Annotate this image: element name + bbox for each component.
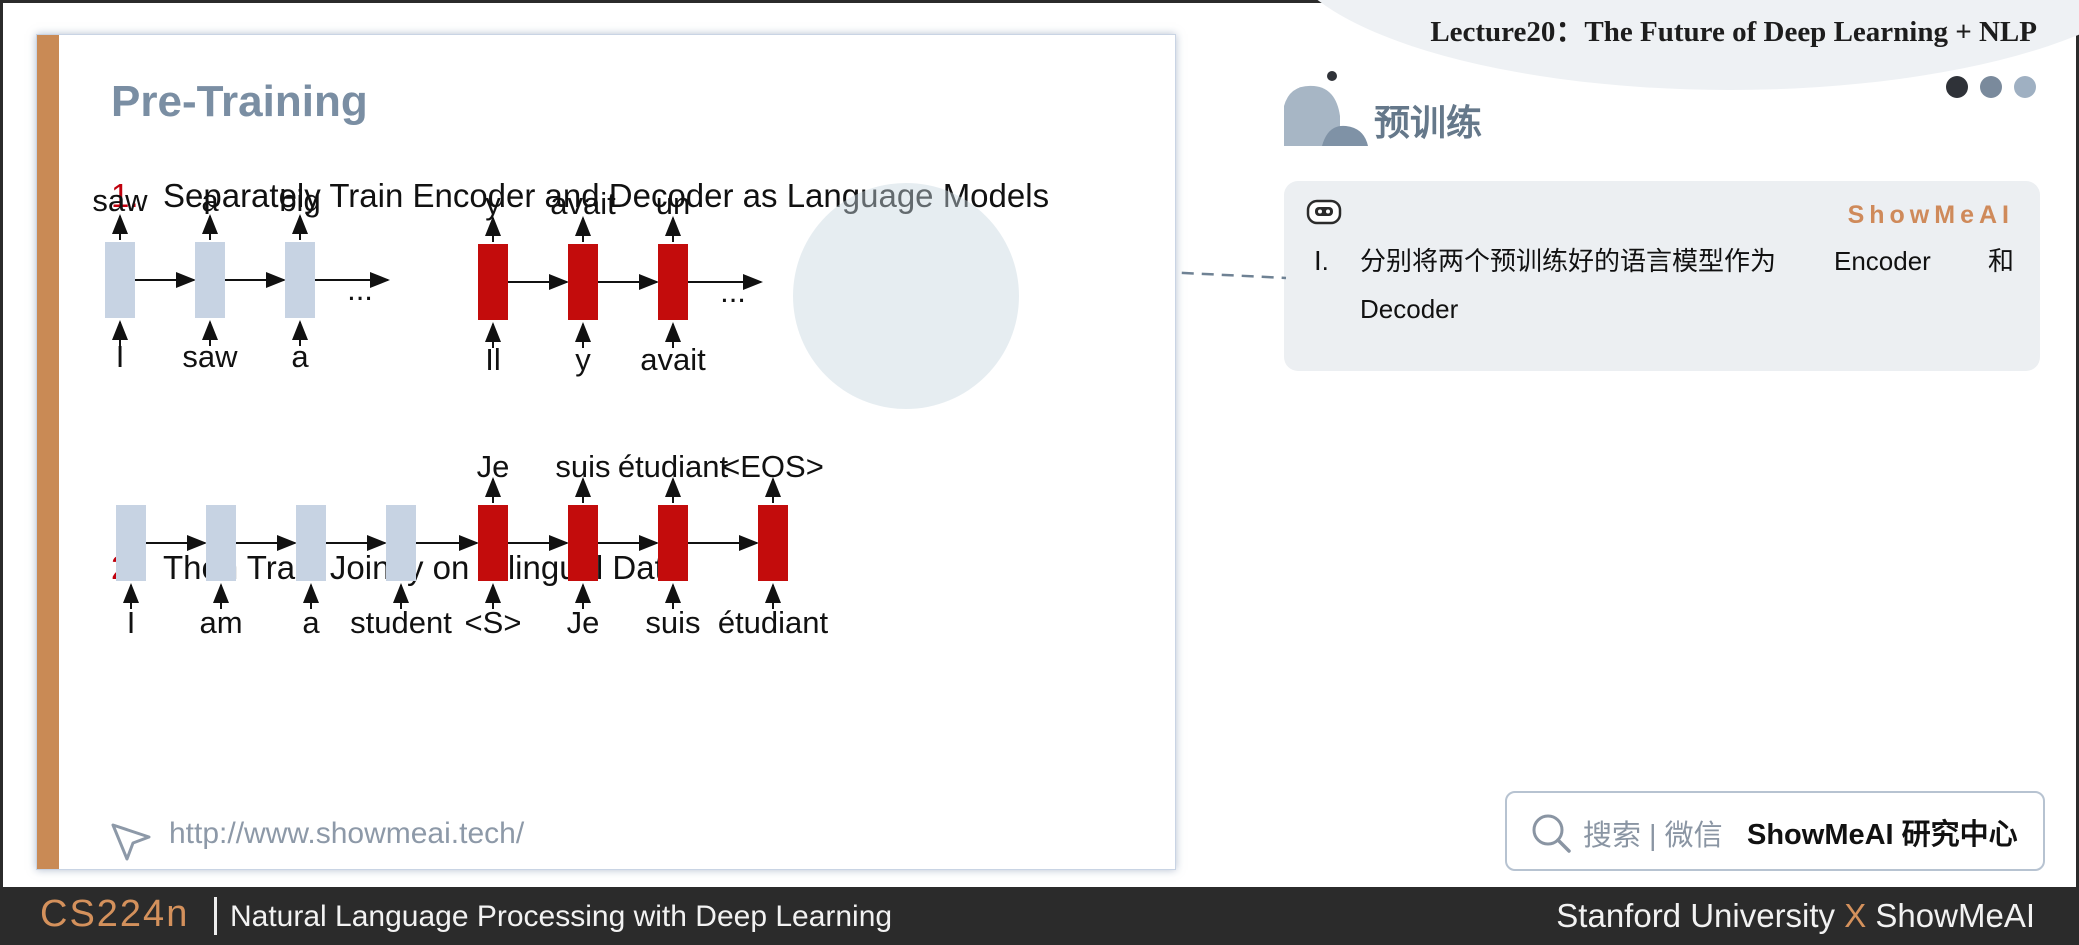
decoder-lm-cell	[568, 244, 598, 320]
footer-stanford: Stanford University	[1556, 897, 1836, 934]
magnifier-highlight	[793, 183, 1019, 409]
joint-model-input-label: <S>	[465, 605, 522, 640]
note-text: Ⅰ. 分别将两个预训练好的语言模型作为 Encoder 和 Decoder	[1314, 237, 2014, 324]
footer-x: X	[1844, 897, 1867, 934]
dot-2	[1980, 76, 2002, 98]
footer-credits: Stanford University X ShowMeAI	[1556, 897, 2035, 935]
encoder-lm-input-label: a	[291, 339, 309, 374]
joint-model-cell	[116, 505, 146, 581]
decoder-lm-cell	[478, 244, 508, 320]
search-placeholder: 搜索 | 微信	[1583, 820, 1723, 852]
encoder-lm-input-label: I	[116, 339, 125, 374]
joint-model-output-label: suis	[555, 449, 610, 484]
note-card: ShowMeAI Ⅰ. 分别将两个预训练好的语言模型作为 Encoder 和 De…	[1284, 181, 2040, 371]
dot-1	[1946, 76, 1968, 98]
note-roman-numeral: Ⅰ.	[1314, 246, 1329, 276]
decoder-lm-input-label: y	[575, 342, 591, 377]
watermark-url[interactable]: http://www.showmeai.tech/	[169, 817, 524, 851]
section-title: 预训练	[1374, 102, 1483, 143]
lecture-title: Lecture20：The Future of Deep Learning + …	[1430, 16, 2037, 48]
joint-model-cell	[478, 505, 508, 581]
note-and-word: 和	[1987, 246, 2014, 276]
section-decoration-icon	[1284, 71, 1368, 146]
encoder-lm-output-label: saw	[92, 183, 148, 218]
footer-showmeai: ShowMeAI	[1875, 897, 2035, 934]
search-icon	[1532, 814, 1571, 853]
decoder-lm-ellipsis: ...	[720, 274, 746, 309]
joint-model-input-label: étudiant	[718, 605, 829, 640]
joint-model-input-label: a	[302, 605, 320, 640]
joint-model-cell	[386, 505, 416, 581]
decoder-lm-cell	[658, 244, 688, 320]
joint-model-input-label: I	[127, 605, 136, 640]
encoder-lm-cell	[285, 242, 315, 318]
joint-model-cell	[568, 505, 598, 581]
joint-model-input-label: am	[199, 605, 242, 640]
joint-model-cell	[206, 505, 236, 581]
note-encoder-word: Encoder	[1834, 246, 1931, 276]
decoder-lm-output-label: un	[656, 186, 690, 221]
joint-model-input-label: Je	[567, 605, 600, 640]
joint-model-cell	[658, 505, 688, 581]
note-body: 分别将两个预训练好的语言模型作为	[1360, 246, 1777, 276]
footer-divider	[214, 897, 217, 935]
footer-subtitle: Natural Language Processing with Deep Le…	[230, 900, 893, 933]
joint-model-output-label: Je	[477, 449, 510, 484]
joint-model-input-label: student	[350, 605, 452, 640]
encoder-lm-ellipsis: ...	[347, 272, 373, 307]
note-brand: ShowMeAI	[1847, 201, 2014, 229]
decoder-lm-output-label: avait	[550, 186, 616, 221]
decoder-lm-input-label: Il	[485, 342, 501, 377]
dot-3	[2014, 76, 2036, 98]
decoder-lm-output-label: y	[485, 186, 501, 221]
joint-model-output-label: étudiant	[618, 449, 729, 484]
footer-bar: CS224n Natural Language Processing with …	[0, 887, 2079, 945]
encoder-lm-output-label: big	[279, 183, 320, 218]
search-brand: ShowMeAI 研究中心	[1747, 819, 2018, 851]
encoder-lm-output-label: a	[201, 183, 219, 218]
cursor-icon	[111, 823, 151, 861]
encoder-lm-cell	[195, 242, 225, 318]
joint-model-cell	[758, 505, 788, 581]
joint-model-output-label: <EOS>	[722, 449, 824, 484]
joint-model-input-label: suis	[645, 605, 700, 640]
decoder-lm-input-label: avait	[640, 342, 706, 377]
note-decoder-word: Decoder	[1360, 294, 1459, 324]
page-dots	[1946, 76, 2048, 103]
robot-icon	[1306, 199, 1342, 225]
encoder-lm-cell	[105, 242, 135, 318]
encoder-lm-input-label: saw	[182, 339, 238, 374]
joint-model-cell	[296, 505, 326, 581]
rnn-diagram: sawIasawbiga...yIlavaityunavait...I am a st…	[92, 183, 829, 640]
slide-card: Pre-Training 1. Separately Train Encoder …	[36, 34, 1176, 870]
search-box[interactable]: 搜索 | 微信 ShowMeAI 研究中心	[1505, 791, 2045, 871]
footer-course: CS224n	[40, 893, 190, 935]
